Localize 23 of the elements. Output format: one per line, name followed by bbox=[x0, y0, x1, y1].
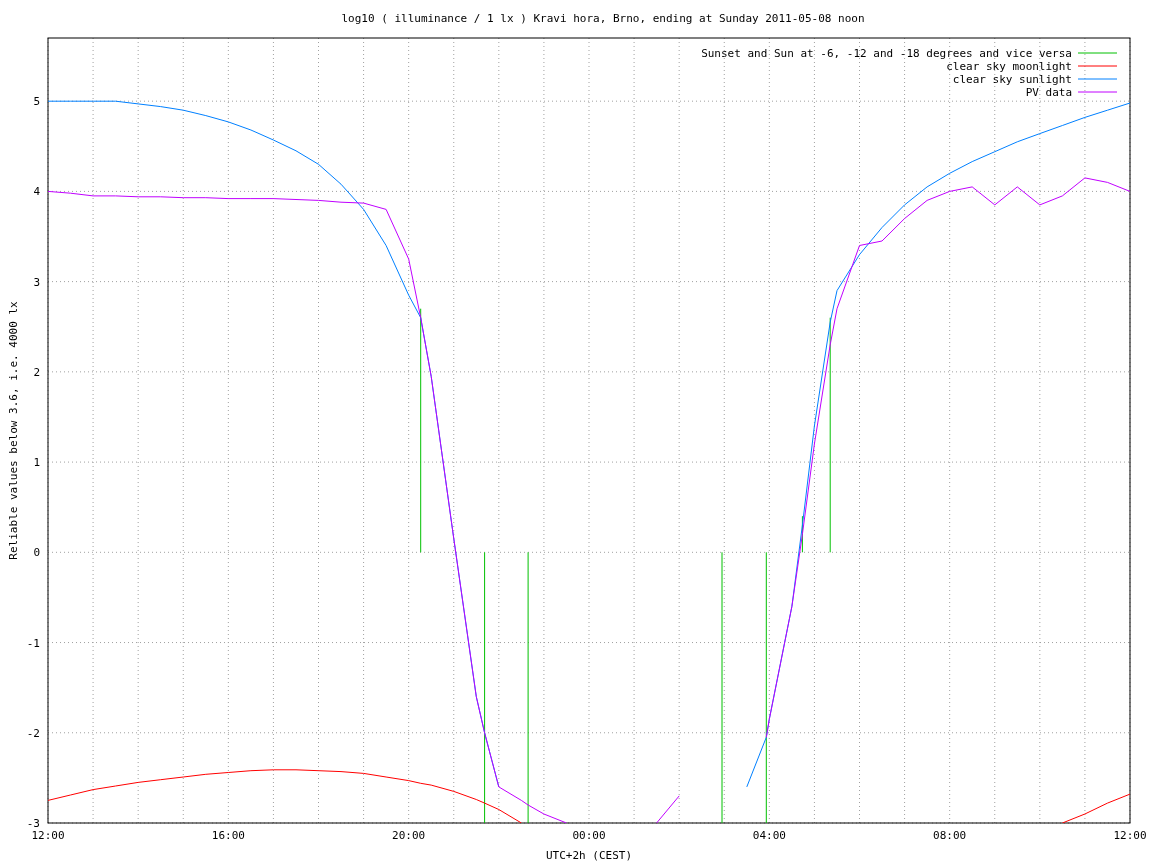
tick-label: -1 bbox=[26, 636, 40, 650]
tick-label: 12:00 bbox=[1113, 829, 1147, 842]
legend-label: clear sky moonlight bbox=[946, 60, 1072, 73]
tick-label: 2 bbox=[33, 365, 40, 379]
legend-label: Sunset and Sun at -6, -12 and -18 degrees and vice versa bbox=[701, 47, 1072, 60]
tick-label: -3 bbox=[26, 817, 40, 830]
chart-title: log10 ( illuminance / 1 lx ) Kravi hora, Brno, ending at Sunday 2011-05-08 noon bbox=[341, 12, 865, 25]
tick-label: 5 bbox=[33, 95, 40, 109]
tick-label: 0 bbox=[33, 546, 40, 560]
tick-label: 08:00 bbox=[933, 829, 967, 842]
tick-label: -2 bbox=[26, 726, 40, 740]
tick-label: 12:00 bbox=[31, 829, 65, 842]
tick-label: 1 bbox=[33, 456, 40, 470]
legend-label: clear sky sunlight bbox=[952, 73, 1072, 86]
x-axis-label: UTC+2h (CEST) bbox=[545, 849, 633, 862]
tick-label: 16:00 bbox=[211, 829, 245, 842]
tick-label: 4 bbox=[33, 185, 40, 199]
tick-label: 00:00 bbox=[572, 829, 606, 842]
y-axis-label: Reliable values below 3.6, i.e. 4000 lx bbox=[7, 301, 20, 560]
legend-label: PV data bbox=[1025, 86, 1072, 99]
tick-label: 04:00 bbox=[752, 829, 786, 842]
tick-label: 20:00 bbox=[392, 829, 426, 842]
tick-label: 3 bbox=[33, 275, 40, 289]
